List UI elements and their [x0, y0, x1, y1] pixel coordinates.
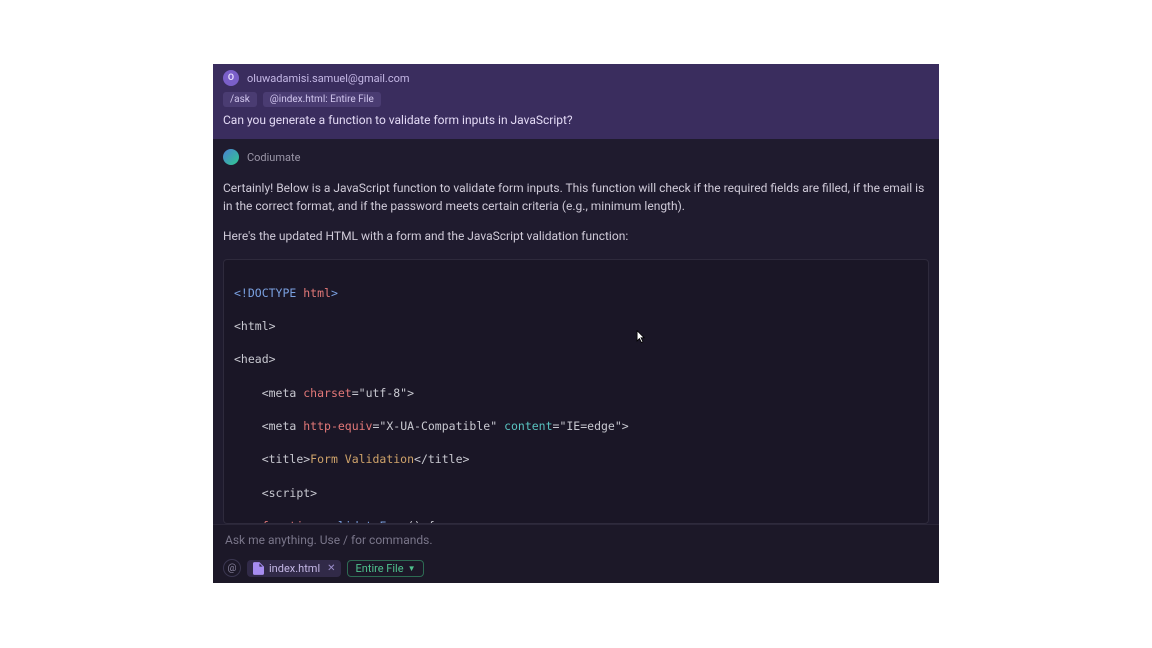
bot-message: Codiumate Certainly! Below is a JavaScri…	[213, 139, 939, 524]
scope-chip-label: Entire File	[356, 562, 404, 575]
scope-tag[interactable]: @index.html: Entire File	[263, 92, 381, 107]
input-section: Ask me anything. Use / for commands. @ i…	[213, 524, 939, 583]
close-icon[interactable]: ✕	[325, 563, 335, 574]
bot-name: Codiumate	[247, 151, 300, 164]
code-token: <html>	[234, 319, 276, 333]
tags-row: /ask @index.html: Entire File	[223, 92, 929, 107]
user-question: Can you generate a function to validate …	[213, 113, 939, 139]
code-token: >	[331, 286, 338, 300]
code-token: <title>	[262, 452, 310, 466]
code-token: charset	[303, 386, 351, 400]
code-token: <meta	[262, 386, 304, 400]
code-block[interactable]: <!DOCTYPE html> <html> <head> <meta char…	[223, 259, 929, 524]
bot-avatar-icon	[223, 149, 239, 165]
code-token: content	[504, 419, 552, 433]
code-token: ="IE=edge">	[553, 419, 629, 433]
code-token: </title>	[414, 452, 469, 466]
code-token: ="utf-8">	[352, 386, 414, 400]
code-token: Form Validation	[310, 452, 414, 466]
code-token: <meta	[262, 419, 304, 433]
code-token: <script>	[262, 486, 317, 500]
user-avatar: O	[223, 70, 239, 86]
mention-icon[interactable]: @	[223, 559, 241, 577]
bot-reply-p2: Here's the updated HTML with a form and …	[213, 221, 939, 251]
chat-panel: O oluwadamisi.samuel@gmail.com /ask @ind…	[213, 64, 939, 583]
file-chip-label: index.html	[269, 562, 320, 575]
code-token: <!DOCTYPE	[234, 286, 303, 300]
cursor-icon	[636, 330, 646, 344]
user-email: oluwadamisi.samuel@gmail.com	[247, 72, 410, 85]
bot-reply-p1: Certainly! Below is a JavaScript functio…	[213, 173, 939, 221]
file-icon	[253, 562, 264, 575]
bot-header: Codiumate	[213, 139, 939, 173]
ask-tag[interactable]: /ask	[223, 92, 257, 107]
context-row: @ index.html ✕ Entire File ▼	[213, 555, 939, 583]
code-token: ="X-UA-Compatible"	[373, 419, 505, 433]
file-chip[interactable]: index.html ✕	[247, 560, 341, 577]
code-token: <head>	[234, 352, 276, 366]
chat-input[interactable]: Ask me anything. Use / for commands.	[213, 525, 939, 555]
scope-chip[interactable]: Entire File ▼	[347, 560, 424, 577]
user-message-header: O oluwadamisi.samuel@gmail.com /ask @ind…	[213, 64, 939, 113]
code-token: html	[303, 286, 331, 300]
chevron-down-icon: ▼	[408, 564, 416, 573]
user-row: O oluwadamisi.samuel@gmail.com	[223, 70, 929, 86]
code-token: http-equiv	[303, 419, 372, 433]
